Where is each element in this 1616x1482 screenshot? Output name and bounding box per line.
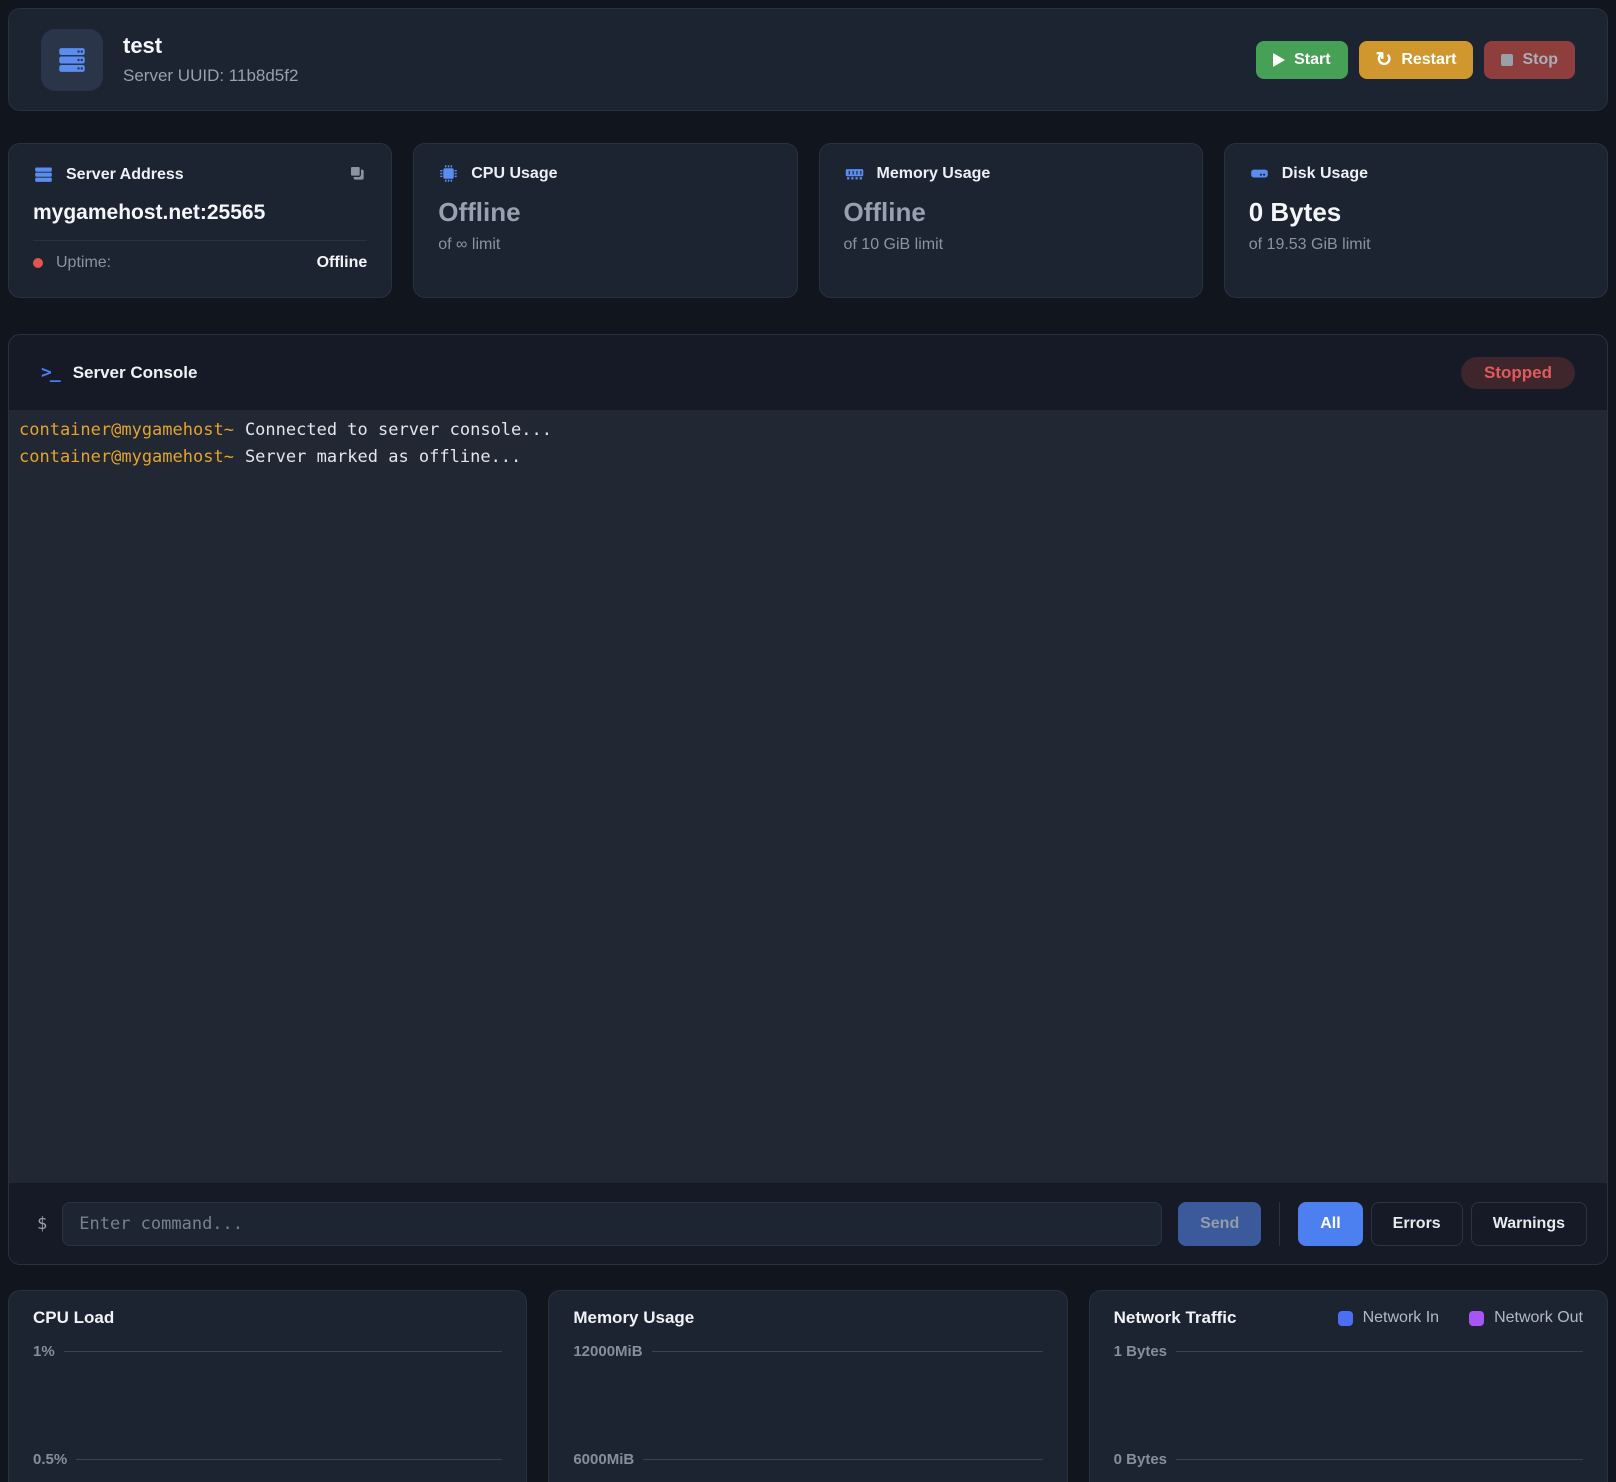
legend-item-network-in: Network In — [1338, 1309, 1439, 1327]
server-console-panel: >_ Server Console Stopped container@myga… — [8, 334, 1608, 1265]
divider — [33, 240, 367, 241]
grid-line — [652, 1351, 1043, 1352]
grid-line — [1176, 1351, 1583, 1352]
restart-icon: ↻ — [1376, 50, 1393, 70]
memory-chart-title: Memory Usage — [573, 1308, 694, 1328]
restart-button[interactable]: ↻ Restart — [1359, 41, 1474, 79]
console-header: >_ Server Console Stopped — [9, 335, 1607, 410]
cpu-usage-value: Offline — [438, 197, 772, 228]
filter-warnings-button[interactable]: Warnings — [1471, 1202, 1587, 1246]
grid-line — [76, 1459, 502, 1460]
network-out-swatch-icon — [1469, 1311, 1484, 1326]
stats-row: Server Address mygamehost.net:25565 Upti… — [8, 143, 1608, 298]
gridline: 6000MiB — [573, 1451, 1042, 1468]
memory-usage-limit: of 10 GiB limit — [844, 236, 1178, 254]
memory-usage-value: Offline — [844, 197, 1178, 228]
charts-row: CPU Load 1% 0.5% Memory Usage 12000MiB 6… — [8, 1290, 1608, 1482]
server-avatar — [41, 29, 103, 91]
filter-errors-button[interactable]: Errors — [1371, 1202, 1463, 1246]
ytick-label: 1 Bytes — [1114, 1343, 1167, 1360]
send-button[interactable]: Send — [1178, 1202, 1261, 1246]
console-message: Connected to server console... — [245, 420, 552, 440]
gridline: 0 Bytes — [1114, 1451, 1583, 1468]
divider — [1279, 1202, 1280, 1246]
ytick-label: 0 Bytes — [1114, 1451, 1167, 1468]
server-header: test Server UUID: 11b8d5f2 Start ↻ Resta… — [8, 8, 1608, 111]
memory-icon — [844, 163, 865, 184]
disk-usage-card: Disk Usage 0 Bytes of 19.53 GiB limit — [1224, 143, 1608, 298]
copy-address-button[interactable] — [347, 163, 367, 186]
server-address-icon — [33, 164, 54, 185]
play-icon — [1273, 53, 1285, 67]
gridline: 1% — [33, 1343, 502, 1360]
disk-usage-label: Disk Usage — [1282, 165, 1368, 183]
network-out-label: Network Out — [1494, 1309, 1583, 1327]
disk-icon — [1249, 163, 1270, 184]
stop-button[interactable]: Stop — [1484, 41, 1575, 79]
memory-usage-chart: Memory Usage 12000MiB 6000MiB — [548, 1290, 1067, 1482]
console-title: Server Console — [73, 363, 198, 383]
uptime-value: Offline — [317, 254, 368, 272]
restart-button-label: Restart — [1401, 51, 1456, 69]
start-button-label: Start — [1294, 51, 1330, 69]
page-title: test — [123, 33, 298, 59]
start-button[interactable]: Start — [1256, 41, 1347, 79]
terminal-icon: >_ — [41, 362, 59, 383]
ytick-label: 6000MiB — [573, 1451, 634, 1468]
console-output[interactable]: container@mygamehost~ Connected to server… — [9, 410, 1607, 1183]
uptime-status-dot — [33, 258, 43, 268]
command-input[interactable] — [62, 1202, 1162, 1246]
network-chart-title: Network Traffic — [1114, 1308, 1237, 1328]
cpu-usage-limit: of ∞ limit — [438, 236, 772, 254]
ytick-label: 12000MiB — [573, 1343, 642, 1360]
cpu-usage-label: CPU Usage — [471, 165, 557, 183]
server-address-value: mygamehost.net:25565 — [33, 201, 367, 225]
console-prompt: container@mygamehost~ — [19, 447, 234, 467]
cpu-icon — [438, 163, 459, 184]
log-filters: All Errors Warnings — [1298, 1202, 1587, 1246]
uptime-label: Uptime: — [56, 254, 111, 272]
grid-line — [64, 1351, 503, 1352]
disk-usage-value: 0 Bytes — [1249, 197, 1583, 228]
grid-line — [1176, 1459, 1583, 1460]
console-prompt: container@mygamehost~ — [19, 420, 234, 440]
gridline: 12000MiB — [573, 1343, 1042, 1360]
disk-usage-limit: of 19.53 GiB limit — [1249, 236, 1583, 254]
status-badge: Stopped — [1461, 357, 1575, 389]
prompt-symbol: $ — [37, 1214, 47, 1234]
console-line: container@mygamehost~ Server marked as of… — [19, 444, 1597, 471]
gridline: 0.5% — [33, 1451, 502, 1468]
cpu-chart-title: CPU Load — [33, 1308, 114, 1328]
ytick-label: 0.5% — [33, 1451, 67, 1468]
copy-icon — [347, 163, 367, 183]
cpu-load-chart: CPU Load 1% 0.5% — [8, 1290, 527, 1482]
network-in-label: Network In — [1363, 1309, 1439, 1327]
command-bar: $ Send All Errors Warnings — [9, 1183, 1607, 1264]
server-icon — [55, 43, 89, 77]
cpu-usage-card: CPU Usage Offline of ∞ limit — [413, 143, 797, 298]
legend-item-network-out: Network Out — [1469, 1309, 1583, 1327]
power-actions: Start ↻ Restart Stop — [1256, 41, 1575, 79]
stop-icon — [1501, 54, 1513, 66]
filter-all-button[interactable]: All — [1298, 1202, 1362, 1246]
network-in-swatch-icon — [1338, 1311, 1353, 1326]
server-address-card: Server Address mygamehost.net:25565 Upti… — [8, 143, 392, 298]
server-address-label: Server Address — [66, 166, 184, 184]
network-traffic-chart: Network Traffic Network In Network Out 1… — [1089, 1290, 1608, 1482]
stop-button-label: Stop — [1522, 51, 1558, 69]
network-legend: Network In Network Out — [1338, 1309, 1583, 1327]
memory-usage-card: Memory Usage Offline of 10 GiB limit — [819, 143, 1203, 298]
console-message: Server marked as offline... — [245, 447, 521, 467]
gridline: 1 Bytes — [1114, 1343, 1583, 1360]
console-line: container@mygamehost~ Connected to server… — [19, 417, 1597, 444]
server-uuid: Server UUID: 11b8d5f2 — [123, 66, 298, 86]
grid-line — [643, 1459, 1042, 1460]
ytick-label: 1% — [33, 1343, 55, 1360]
memory-usage-label: Memory Usage — [877, 165, 991, 183]
